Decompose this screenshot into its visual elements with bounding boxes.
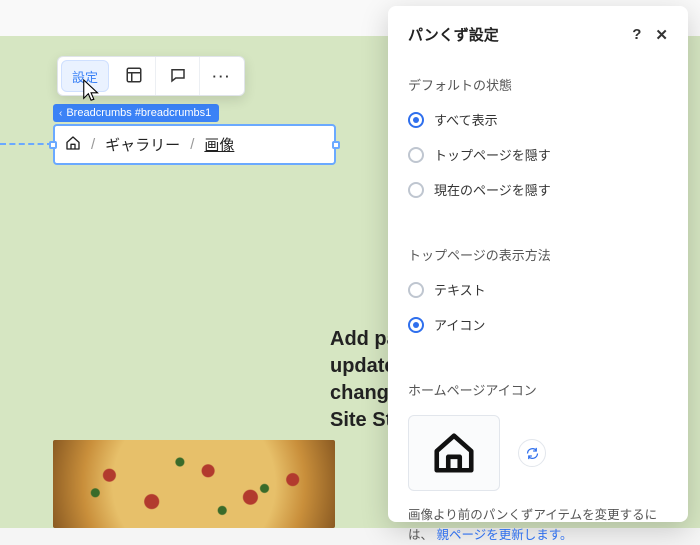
comment-button[interactable] bbox=[156, 57, 200, 95]
editor-canvas: 設定 ··· ‹ Breadcrumbs #breadcrumbs1 / ギャラ… bbox=[0, 0, 700, 528]
refresh-icon bbox=[525, 446, 540, 461]
help-button[interactable]: ? bbox=[632, 26, 641, 43]
cursor-icon bbox=[81, 78, 103, 104]
option-hide-current[interactable]: 現在のページを隠す bbox=[408, 172, 668, 207]
option-show-all[interactable]: すべて表示 bbox=[408, 102, 668, 137]
radio-icon bbox=[408, 317, 424, 333]
option-label: 現在のページを隠す bbox=[434, 180, 551, 199]
breadcrumb-item-current: 画像 bbox=[204, 134, 234, 155]
radio-icon bbox=[408, 112, 424, 128]
more-icon: ··· bbox=[213, 69, 232, 84]
refresh-icon-button[interactable] bbox=[518, 439, 546, 467]
layout-icon bbox=[125, 66, 143, 87]
option-label: すべて表示 bbox=[434, 110, 498, 129]
option-home-text[interactable]: テキスト bbox=[408, 272, 668, 307]
home-icon bbox=[65, 135, 81, 155]
home-icon bbox=[431, 430, 477, 476]
resize-handle-right[interactable] bbox=[332, 141, 340, 149]
breadcrumb-element[interactable]: / ギャラリー / 画像 bbox=[53, 124, 336, 165]
comment-icon bbox=[169, 66, 187, 87]
resize-handle-left[interactable] bbox=[49, 141, 57, 149]
section-title-home-icon: ホームページアイコン bbox=[408, 380, 668, 399]
settings-panel: パンくず設定 ? ✕ デフォルトの状態 すべて表示 トップページを隠す 現在のペ… bbox=[388, 6, 688, 522]
breadcrumb-separator: / bbox=[91, 136, 95, 153]
option-home-icon[interactable]: アイコン bbox=[408, 307, 668, 342]
panel-header: パンくず設定 ? ✕ bbox=[408, 24, 668, 45]
breadcrumb-separator: / bbox=[190, 136, 194, 153]
more-button[interactable]: ··· bbox=[200, 57, 244, 95]
section-title-home-display: トップページの表示方法 bbox=[408, 245, 668, 264]
panel-title: パンくず設定 bbox=[408, 24, 499, 45]
home-icon-preview[interactable] bbox=[408, 415, 500, 491]
option-hide-top[interactable]: トップページを隠す bbox=[408, 137, 668, 172]
footer-note-link[interactable]: 親ページを更新します。 bbox=[437, 528, 573, 542]
breadcrumb-item: ギャラリー bbox=[105, 134, 180, 155]
close-button[interactable]: ✕ bbox=[655, 26, 668, 44]
section-title-default-state: デフォルトの状態 bbox=[408, 75, 668, 94]
radio-icon bbox=[408, 182, 424, 198]
option-label: テキスト bbox=[434, 280, 486, 299]
image-placeholder[interactable] bbox=[53, 440, 335, 528]
panel-footer-note: 画像より前のパンくずアイテムを変更するには、 親ページを更新します。 bbox=[408, 491, 668, 545]
option-label: トップページを隠す bbox=[434, 145, 551, 164]
chevron-left-icon: ‹ bbox=[59, 108, 62, 119]
radio-icon bbox=[408, 147, 424, 163]
element-tag[interactable]: ‹ Breadcrumbs #breadcrumbs1 bbox=[53, 104, 219, 122]
option-label: アイコン bbox=[434, 315, 485, 334]
guideline bbox=[0, 143, 53, 145]
radio-icon bbox=[408, 282, 424, 298]
element-tag-label: Breadcrumbs #breadcrumbs1 bbox=[66, 107, 211, 119]
layout-button[interactable] bbox=[112, 57, 156, 95]
